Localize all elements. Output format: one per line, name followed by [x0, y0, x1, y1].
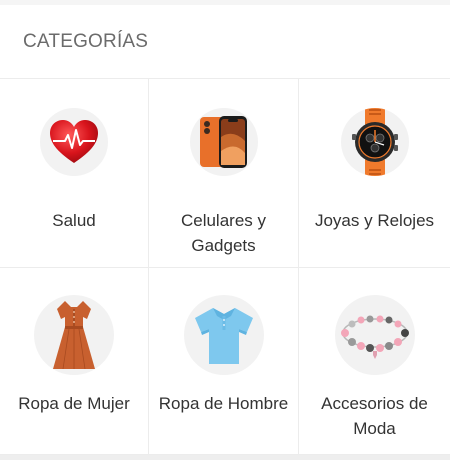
section-title: CATEGORÍAS — [23, 30, 149, 52]
category-label: Salud — [52, 211, 96, 230]
category-ropa-de-mujer[interactable]: Ropa de Mujer — [0, 268, 149, 455]
category-celulares-y-gadgets[interactable]: Celulares y Gadgets — [149, 79, 299, 268]
categories-grid: Salud Celulares y Gadgets Joyas y Reloje… — [0, 79, 450, 455]
categories-header: CATEGORÍAS — [0, 5, 450, 79]
category-label: Accesorios de Moda — [321, 394, 428, 438]
polo-shirt-icon — [183, 295, 264, 375]
smartphone-icon — [189, 108, 258, 176]
category-accesorios-de-moda[interactable]: Accesorios de Moda — [299, 268, 450, 455]
category-label: Joyas y Relojes — [314, 211, 435, 230]
categories-panel: CATEGORÍAS Salud Celulares y Gadgets Joy… — [0, 5, 450, 455]
category-label: Ropa de Hombre — [158, 394, 289, 413]
category-joyas-y-relojes[interactable]: Joyas y Relojes — [299, 79, 450, 268]
wristwatch-icon — [340, 108, 409, 176]
category-label: Celulares y Gadgets — [180, 211, 267, 255]
category-ropa-de-hombre[interactable]: Ropa de Hombre — [149, 268, 299, 455]
bottom-divider — [0, 455, 450, 460]
charm-bracelet-icon — [334, 295, 415, 375]
dress-icon — [34, 295, 114, 375]
heart-pulse-icon — [40, 108, 108, 176]
category-label: Ropa de Mujer — [18, 394, 130, 413]
category-salud[interactable]: Salud — [0, 79, 149, 268]
